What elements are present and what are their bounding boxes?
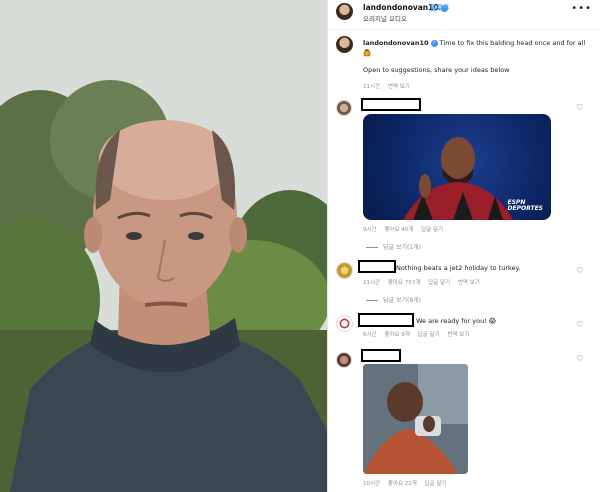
comment-meta: 10시간 좋아요 22개 답글 달기 xyxy=(363,479,453,487)
caption-username[interactable]: landondonovan10 xyxy=(363,39,429,47)
comment-meta: 11시간 좋아요 757개 답글 달기 번역 보기 xyxy=(363,278,486,286)
more-options-icon[interactable]: ••• xyxy=(571,3,592,14)
comment-meta: 9시간 좋아요 40개 답글 달기 xyxy=(363,225,449,233)
redacted-username xyxy=(358,313,414,327)
translate-link[interactable]: 번역 보기 xyxy=(447,332,469,338)
avatar[interactable] xyxy=(336,3,353,20)
redacted-username xyxy=(361,349,401,362)
video-frame-illustration xyxy=(0,0,327,492)
replies-divider xyxy=(366,247,378,248)
caption-avatar[interactable] xyxy=(336,36,353,53)
likes-count[interactable]: 좋아요 9개 xyxy=(384,332,410,338)
redacted-username xyxy=(358,260,396,273)
comment-image[interactable] xyxy=(363,364,468,474)
caption-text-2: Open to suggestions, share your ideas be… xyxy=(363,66,510,74)
caption-meta: 11시간 번역 보기 xyxy=(363,82,416,90)
timestamp: 6시간 xyxy=(363,332,377,338)
reply-link[interactable]: 답글 달기 xyxy=(425,481,447,487)
verified-badge-icon: ✓ xyxy=(430,39,438,47)
caption: landondonovan10 ✓ Time to fix this baldi… xyxy=(363,38,593,58)
likes-count[interactable]: 좋아요 22개 xyxy=(388,481,417,487)
timestamp: 9시간 xyxy=(363,227,377,233)
reply-link[interactable]: 답글 달기 xyxy=(428,280,450,286)
comment-avatar[interactable] xyxy=(336,352,352,368)
video-frame[interactable] xyxy=(0,0,327,492)
likes-count[interactable]: 좋아요 40개 xyxy=(384,227,413,233)
translate-link[interactable]: 번역 보기 xyxy=(458,280,480,286)
follow-button[interactable]: 팔로우 xyxy=(430,3,449,13)
comment-text: We are ready for you! 😱 xyxy=(416,317,496,325)
comment-text: Nothing beats a jet2 holiday to turkey. xyxy=(396,264,521,272)
comment-avatar[interactable] xyxy=(336,262,353,279)
likes-count[interactable]: 좋아요 757개 xyxy=(388,280,421,286)
heart-icon[interactable]: ♡ xyxy=(576,320,583,329)
reply-link[interactable]: 답글 달기 xyxy=(421,227,443,233)
comment-image-illustration xyxy=(363,364,468,474)
heart-icon[interactable]: ♡ xyxy=(576,103,583,112)
view-replies-label[interactable]: 답글 보기(1개) xyxy=(383,244,421,251)
comment-image[interactable]: ESPN DEPORTES xyxy=(363,114,551,220)
timestamp: 11시간 xyxy=(363,84,381,90)
replies-divider xyxy=(366,300,378,301)
view-replies-label[interactable]: 답글 보기(8개) xyxy=(383,297,421,304)
timestamp: 11시간 xyxy=(363,280,381,286)
audio-link[interactable]: 오리지널 오디오 xyxy=(363,13,407,23)
espn-logo: ESPN DEPORTES xyxy=(507,199,543,212)
translate-link[interactable]: 번역 보기 xyxy=(388,84,410,90)
heart-icon[interactable]: ♡ xyxy=(576,354,583,363)
view-replies[interactable]: 답글 보기(8개) xyxy=(366,295,421,304)
reply-link[interactable]: 답글 달기 xyxy=(418,332,440,338)
redacted-username xyxy=(361,98,421,111)
comment-meta: 6시간 좋아요 9개 답글 달기 번역 보기 xyxy=(363,330,475,338)
comments-panel: landondonovan10 ✓ 팔로우 오리지널 오디오 ••• lando… xyxy=(327,0,600,492)
comment-avatar[interactable] xyxy=(336,315,353,332)
view-replies[interactable]: 답글 보기(1개) xyxy=(366,242,421,251)
comment-avatar[interactable] xyxy=(336,100,352,116)
timestamp: 10시간 xyxy=(363,481,381,487)
username[interactable]: landondonovan10 xyxy=(363,3,439,12)
heart-icon[interactable]: ♡ xyxy=(576,266,583,275)
post-header: landondonovan10 ✓ 팔로우 오리지널 오디오 ••• xyxy=(328,0,600,30)
